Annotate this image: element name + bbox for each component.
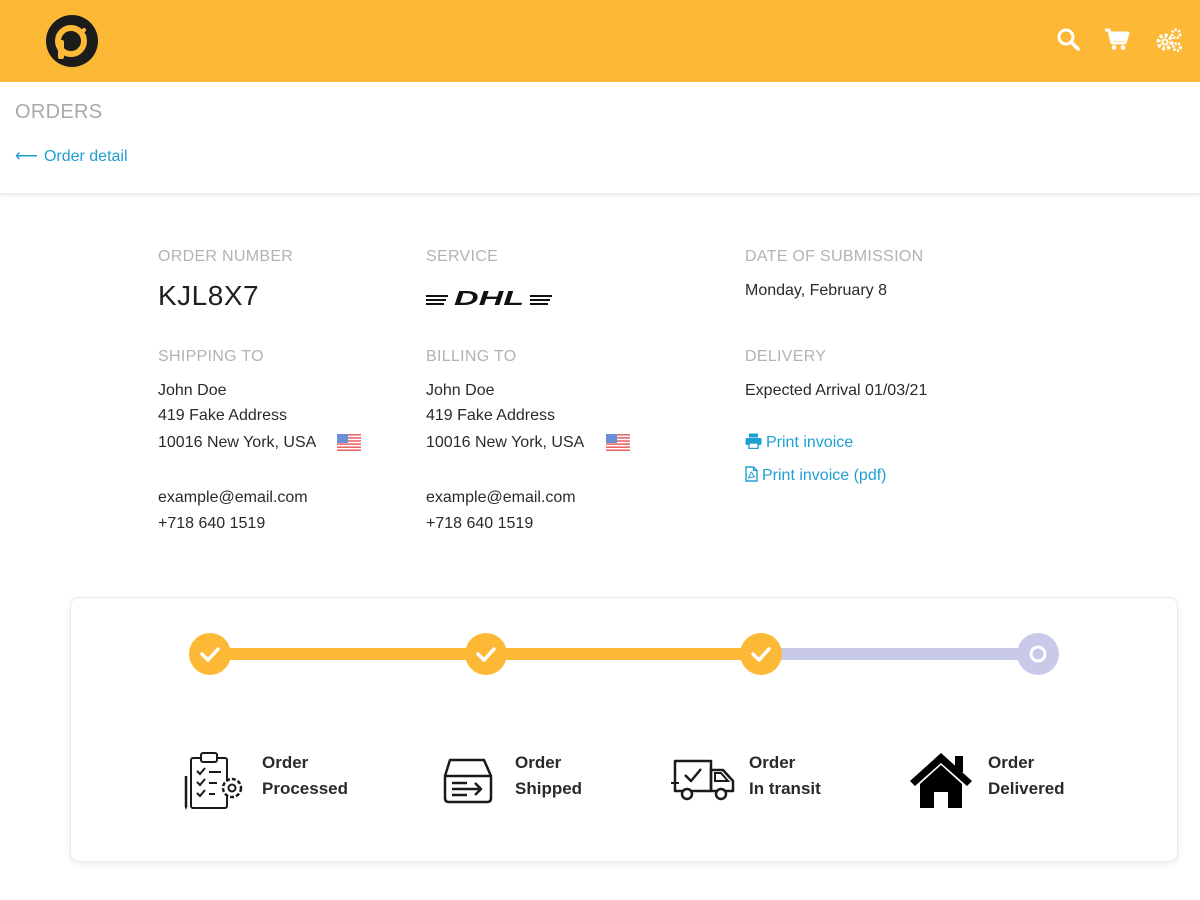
print-invoice-label: Print invoice: [766, 434, 854, 451]
usa-flag-icon: [337, 434, 361, 451]
page-header: [0, 82, 1200, 194]
billing-name: John Doe: [426, 382, 495, 399]
step-processed-check-icon: [189, 633, 231, 675]
order-tracker-card: [71, 598, 1177, 861]
page-title: ORDERS: [15, 101, 103, 123]
expected-arrival: Expected Arrival 01/03/21: [745, 382, 928, 399]
usa-flag-icon: [606, 434, 630, 451]
search-icon[interactable]: [1056, 27, 1082, 53]
step-processed-line2: Processed: [262, 779, 348, 798]
step-shipped-line2: Shipped: [515, 779, 583, 798]
printer-icon: [745, 433, 762, 450]
delivery-label: DELIVERY: [745, 348, 827, 365]
date-of-submission-label: DATE OF SUBMISSION: [745, 248, 924, 265]
billing-city: 10016 New York, USA: [426, 434, 585, 451]
shipping-to-label: SHIPPING TO: [158, 348, 264, 365]
step-in-transit-label: Order In transit: [749, 750, 821, 802]
step-shipped-line1: Order: [515, 753, 562, 772]
shipping-email: example@email.com: [158, 489, 308, 506]
step-delivered-pending-icon: [1017, 633, 1059, 675]
shipping-phone: +718 640 1519: [158, 515, 266, 532]
step-delivered-line1: Order: [988, 753, 1035, 772]
app-logo[interactable]: [46, 15, 98, 67]
package-box-icon: [443, 758, 493, 804]
billing-phone: +718 640 1519: [426, 515, 534, 532]
cart-icon[interactable]: [1104, 27, 1130, 53]
print-invoice-pdf-link[interactable]: Print invoice (pdf): [745, 466, 887, 485]
home-icon: [910, 753, 972, 808]
step-delivered-line2: Delivered: [988, 779, 1065, 798]
step-delivered-label: Order Delivered: [988, 750, 1065, 802]
back-to-order-detail-link[interactable]: ⟵ Order detail: [15, 146, 128, 166]
back-link-label: Order detail: [43, 148, 128, 165]
step-in-transit-line2: In transit: [749, 779, 821, 798]
shipping-city: 10016 New York, USA: [158, 434, 317, 451]
billing-email: example@email.com: [426, 489, 576, 506]
step-processed-label: Order Processed: [262, 750, 348, 802]
print-invoice-pdf-label: Print invoice (pdf): [762, 467, 887, 484]
clipboard-gear-icon: [184, 752, 243, 810]
dhl-logo-text: DHL: [454, 288, 524, 309]
shipping-name: John Doe: [158, 382, 227, 399]
step-in-transit-line1: Order: [749, 753, 796, 772]
step-shipped-label: Order Shipped: [515, 750, 582, 802]
dhl-logo: DHL: [426, 288, 552, 309]
step-in-transit-check-icon: [740, 633, 782, 675]
step-processed-line1: Order: [262, 753, 309, 772]
step-shipped-check-icon: [465, 633, 507, 675]
billing-street: 419 Fake Address: [426, 407, 555, 424]
order-number-label: ORDER NUMBER: [158, 248, 294, 265]
billing-to-label: BILLING TO: [426, 348, 517, 365]
service-label: SERVICE: [426, 248, 499, 265]
pdf-file-icon: [745, 466, 758, 482]
settings-gears-icon[interactable]: [1155, 27, 1182, 53]
shipping-street: 419 Fake Address: [158, 407, 287, 424]
date-of-submission-value: Monday, February 8: [745, 282, 887, 299]
delivery-truck-icon: [671, 759, 735, 801]
order-number-value: KJL8X7: [158, 280, 260, 311]
back-arrow-icon: ⟵: [15, 148, 38, 165]
pending-progress-track: [762, 648, 1038, 660]
print-invoice-link[interactable]: Print invoice: [745, 433, 853, 452]
logo-mark: [55, 25, 87, 59]
top-navigation-bar: [0, 0, 1200, 82]
